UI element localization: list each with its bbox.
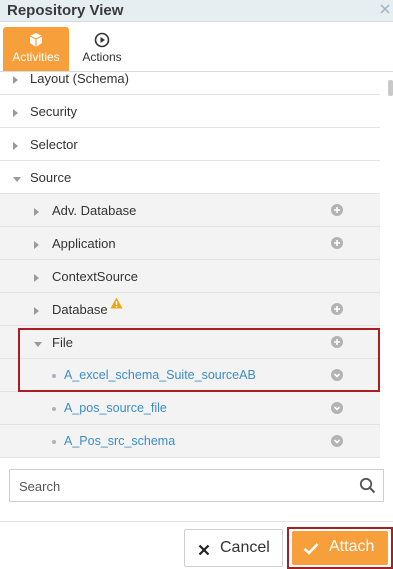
plus-circle-icon[interactable] <box>331 237 343 249</box>
chevron-down-circle-icon[interactable] <box>331 369 343 381</box>
bullet-dot-icon <box>52 440 56 444</box>
tree-item-label: Application <box>52 236 116 251</box>
plus-circle-icon[interactable] <box>331 336 343 348</box>
warning-icon <box>110 297 123 309</box>
plus-circle-icon[interactable] <box>331 303 343 315</box>
cube-icon <box>28 32 44 48</box>
plus-circle-icon[interactable] <box>331 204 343 216</box>
tree-item-label: Security <box>30 104 77 119</box>
search-input[interactable] <box>19 477 349 495</box>
search-icon[interactable] <box>359 477 376 494</box>
tab-bar: Activities Actions <box>0 22 393 72</box>
bullet-dot-icon <box>52 374 56 378</box>
chevron-down-circle-icon[interactable] <box>331 402 343 414</box>
tree-item-file-entry[interactable]: A_excel_schema_Suite_sourceAB <box>0 359 380 392</box>
tree-item-label: Adv. Database <box>52 203 137 218</box>
close-icon <box>198 543 210 556</box>
bullet-dot-icon <box>52 407 56 411</box>
panel-title: Repository View <box>7 2 124 19</box>
caret-down-icon[interactable] <box>33 337 42 347</box>
tree-item-adv-database[interactable]: Adv. Database <box>0 194 380 227</box>
attach-label: Attach <box>329 538 375 555</box>
tree-item-layout-schema[interactable]: Layout (Schema) <box>0 72 380 95</box>
check-icon <box>303 542 319 555</box>
footer-divider <box>0 521 393 522</box>
tree-item-label[interactable]: A_Pos_src_schema <box>64 434 175 448</box>
tree-item-label: File <box>52 335 73 350</box>
caret-down-icon[interactable] <box>12 172 21 182</box>
attach-button[interactable]: Attach <box>292 531 388 565</box>
tree-item-label: Database <box>52 302 108 317</box>
tree-item-label: Source <box>30 170 72 185</box>
caret-right-icon[interactable] <box>33 238 41 249</box>
play-circle-icon <box>94 32 110 48</box>
caret-right-icon[interactable] <box>33 205 41 216</box>
caret-right-icon[interactable] <box>12 139 20 150</box>
cancel-label: Cancel <box>220 539 270 556</box>
tree-item-source[interactable]: Source <box>0 161 380 194</box>
tab-actions-label: Actions <box>82 50 122 64</box>
tree-item-contextsource[interactable]: ContextSource <box>0 260 380 293</box>
scrollbar-thumb[interactable] <box>388 80 393 96</box>
tree-item-label: ContextSource <box>52 269 138 284</box>
tree-scrollbar[interactable] <box>385 72 393 460</box>
tree-item-label: Layout (Schema) <box>30 72 129 86</box>
repository-tree: Layout (Schema) Security Selector Source… <box>0 72 380 460</box>
tree-item-label: Selector <box>30 137 78 152</box>
chevron-down-circle-icon[interactable] <box>331 435 343 447</box>
tab-activities-label: Activities <box>12 50 60 64</box>
tree-item-selector[interactable]: Selector <box>0 128 380 161</box>
tab-activities[interactable]: Activities <box>3 27 69 71</box>
caret-right-icon[interactable] <box>12 73 20 84</box>
tree-item-file-entry[interactable]: A_pos_source_file <box>0 392 380 425</box>
caret-right-icon[interactable] <box>12 106 20 117</box>
tree-item-label[interactable]: A_pos_source_file <box>64 401 167 415</box>
attach-button-highlight: Attach <box>287 527 393 569</box>
tree-item-database[interactable]: Database <box>0 293 380 326</box>
tree-item-label[interactable]: A_excel_schema_Suite_sourceAB <box>64 368 256 382</box>
caret-right-icon[interactable] <box>33 271 41 282</box>
cancel-button[interactable]: Cancel <box>184 529 283 567</box>
tab-actions[interactable]: Actions <box>69 27 135 71</box>
search-box <box>9 469 384 502</box>
tree-item-file-entry[interactable]: A_Pos_src_schema <box>0 425 380 458</box>
tree-item-application[interactable]: Application <box>0 227 380 260</box>
caret-right-icon[interactable] <box>33 304 41 315</box>
panel-header: Repository View <box>0 0 393 22</box>
tree-item-file[interactable]: File <box>0 326 380 359</box>
tree-item-security[interactable]: Security <box>0 95 380 128</box>
close-icon[interactable] <box>379 3 391 15</box>
